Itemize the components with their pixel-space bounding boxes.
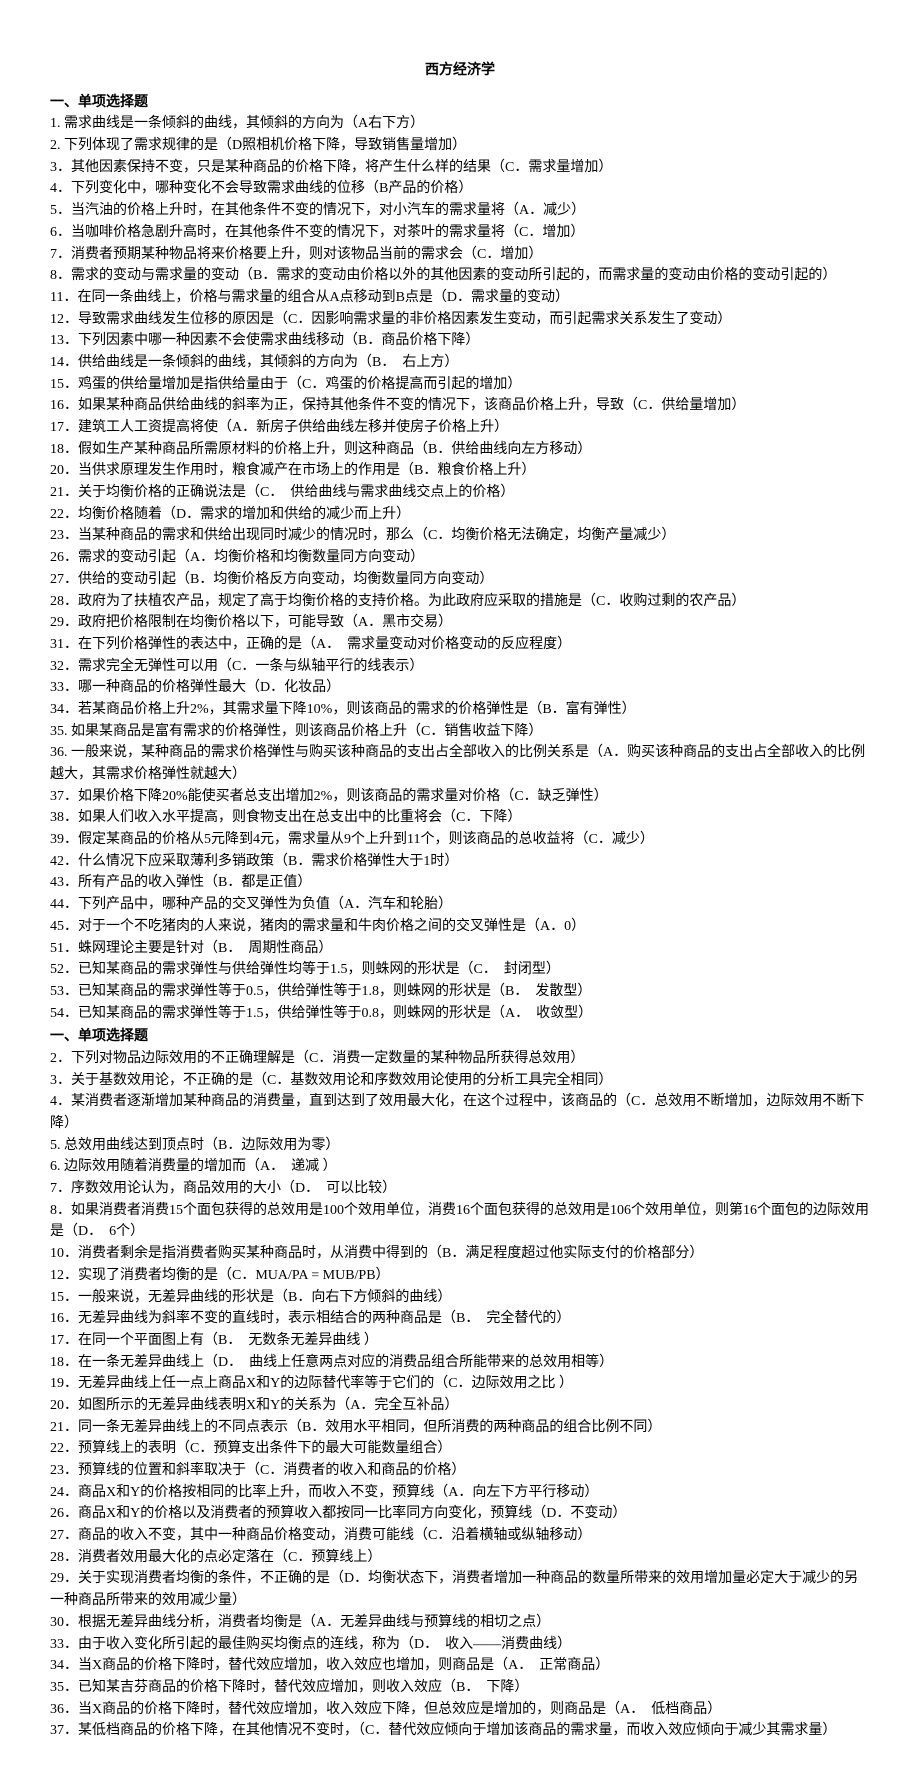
question-item: 7．序数效用论认为，商品效用的大小（D． 可以比较） bbox=[50, 1178, 870, 1200]
question-item: 1. 需求曲线是一条倾斜的曲线，其倾斜的方向为（A右下方） bbox=[50, 113, 870, 135]
question-item: 30．根据无差异曲线分析，消费者均衡是（A．无差异曲线与预算线的相切之点） bbox=[50, 1612, 870, 1634]
question-item: 35. 如果某商品是富有需求的价格弹性，则该商品价格上升（C．销售收益下降） bbox=[50, 721, 870, 743]
question-item: 12．导致需求曲线发生位移的原因是（C．因影响需求量的非价格因素发生变动，而引起… bbox=[50, 309, 870, 331]
question-item: 5. 总效用曲线达到顶点时（B．边际效用为零） bbox=[50, 1135, 870, 1157]
question-item: 43．所有产品的收入弹性（B．都是正值） bbox=[50, 872, 870, 894]
section-2-heading: 一、单项选择题 bbox=[50, 1026, 870, 1048]
question-item: 15．鸡蛋的供给量增加是指供给量由于（C．鸡蛋的价格提高而引起的增加） bbox=[50, 374, 870, 396]
question-item: 18．在一条无差异曲线上（D． 曲线上任意两点对应的消费品组合所能带来的总效用相… bbox=[50, 1352, 870, 1374]
question-item: 21．同一条无差异曲线上的不同点表示（B．效用水平相同，但所消费的两种商品的组合… bbox=[50, 1417, 870, 1439]
question-item: 29．关于实现消费者均衡的条件，不正确的是（D．均衡状态下，消费者增加一种商品的… bbox=[50, 1568, 870, 1611]
question-item: 19．无差异曲线上任一点上商品X和Y的边际替代率等于它们的（C．边际效用之比 ） bbox=[50, 1373, 870, 1395]
question-item: 36. 一般来说，某种商品的需求价格弹性与购买该种商品的支出占全部收入的比例关系… bbox=[50, 742, 870, 785]
question-item: 22．预算线上的表明（C．预算支出条件下的最大可能数量组合） bbox=[50, 1438, 870, 1460]
question-item: 3．其他因素保持不变，只是某种商品的价格下降，将产生什么样的结果（C．需求量增加… bbox=[50, 157, 870, 179]
question-item: 2．下列对物品边际效用的不正确理解是（C．消费一定数量的某种物品所获得总效用） bbox=[50, 1048, 870, 1070]
question-item: 3．关于基数效用论，不正确的是（C．基数效用论和序数效用论使用的分析工具完全相同… bbox=[50, 1070, 870, 1092]
question-item: 28．政府为了扶植农产品，规定了高于均衡价格的支持价格。为此政府应采取的措施是（… bbox=[50, 591, 870, 613]
question-item: 33．哪一种商品的价格弹性最大（D．化妆品） bbox=[50, 677, 870, 699]
question-item: 37．如果价格下降20%能使买者总支出增加2%，则该商品的需求量对价格（C．缺乏… bbox=[50, 786, 870, 808]
question-item: 45．对于一个不吃猪肉的人来说，猪肉的需求量和牛肉价格之间的交叉弹性是（A．0） bbox=[50, 916, 870, 938]
question-item: 53．已知某商品的需求弹性等于0.5，供给弹性等于1.8，则蛛网的形状是（B． … bbox=[50, 981, 870, 1003]
question-item: 31．在下列价格弹性的表达中，正确的是（A． 需求量变动对价格变动的反应程度） bbox=[50, 634, 870, 656]
question-item: 44．下列产品中，哪种产品的交叉弹性为负值（A．汽车和轮胎） bbox=[50, 894, 870, 916]
question-item: 21．关于均衡价格的正确说法是（C． 供给曲线与需求曲线交点上的价格） bbox=[50, 482, 870, 504]
question-item: 37．某低档商品的价格下降，在其他情况不变时，（C．替代效应倾向于增加该商品的需… bbox=[50, 1720, 870, 1742]
question-item: 4．某消费者逐渐增加某种商品的消费量，直到达到了效用最大化，在这个过程中，该商品… bbox=[50, 1091, 870, 1134]
question-item: 16．无差异曲线为斜率不变的直线时，表示相结合的两种商品是（B． 完全替代的） bbox=[50, 1308, 870, 1330]
question-item: 12．实现了消费者均衡的是（C．MUA/PA = MUB/PB） bbox=[50, 1265, 870, 1287]
question-item: 52．已知某商品的需求弹性与供给弹性均等于1.5，则蛛网的形状是（C． 封闭型） bbox=[50, 959, 870, 981]
question-item: 32．需求完全无弹性可以用（C．一条与纵轴平行的线表示） bbox=[50, 656, 870, 678]
question-item: 27．商品的收入不变，其中一种商品价格变动，消费可能线（C．沿着横轴或纵轴移动） bbox=[50, 1525, 870, 1547]
question-item: 6. 边际效用随着消费量的增加而（A． 递减 ） bbox=[50, 1156, 870, 1178]
question-item: 8．如果消费者消费15个面包获得的总效用是100个效用单位，消费16个面包获得的… bbox=[50, 1200, 870, 1243]
question-item: 28．消费者效用最大化的点必定落在（C．预算线上） bbox=[50, 1547, 870, 1569]
question-item: 17．建筑工人工资提高将使（A．新房子供给曲线左移并使房子价格上升） bbox=[50, 417, 870, 439]
question-item: 20．当供求原理发生作用时，粮食减产在市场上的作用是（B．粮食价格上升） bbox=[50, 460, 870, 482]
question-item: 17．在同一个平面图上有（B． 无数条无差异曲线 ） bbox=[50, 1330, 870, 1352]
question-item: 54．已知某商品的需求弹性等于1.5，供给弹性等于0.8，则蛛网的形状是（A． … bbox=[50, 1003, 870, 1025]
question-item: 5．当汽油的价格上升时，在其他条件不变的情况下，对小汽车的需求量将（A．减少） bbox=[50, 200, 870, 222]
question-item: 14．供给曲线是一条倾斜的曲线，其倾斜的方向为（B． 右上方） bbox=[50, 352, 870, 374]
question-item: 26．商品X和Y的价格以及消费者的预算收入都按同一比率同方向变化，预算线（D．不… bbox=[50, 1503, 870, 1525]
question-item: 38．如果人们收入水平提高，则食物支出在总支出中的比重将会（C．下降） bbox=[50, 807, 870, 829]
question-item: 2. 下列体现了需求规律的是（D照相机价格下降，导致销售量增加） bbox=[50, 135, 870, 157]
question-item: 4．下列变化中，哪种变化不会导致需求曲线的位移（B产品的价格） bbox=[50, 178, 870, 200]
section-1-list: 1. 需求曲线是一条倾斜的曲线，其倾斜的方向为（A右下方）2. 下列体现了需求规… bbox=[50, 113, 870, 1024]
question-item: 23．预算线的位置和斜率取决于（C．消费者的收入和商品的价格） bbox=[50, 1460, 870, 1482]
question-item: 42．什么情况下应采取薄利多销政策（B．需求价格弹性大于1时） bbox=[50, 851, 870, 873]
question-item: 11．在同一条曲线上，价格与需求量的组合从A点移动到B点是（D．需求量的变动） bbox=[50, 287, 870, 309]
page-title: 西方经济学 bbox=[50, 60, 870, 82]
question-item: 35．已知某吉芬商品的价格下降时，替代效应增加，则收入效应（B． 下降） bbox=[50, 1677, 870, 1699]
question-item: 29．政府把价格限制在均衡价格以下，可能导致（A．黑市交易） bbox=[50, 612, 870, 634]
question-item: 7．消费者预期某种物品将来价格要上升，则对该物品当前的需求会（C．增加） bbox=[50, 244, 870, 266]
question-item: 10．消费者剩余是指消费者购买某种商品时，从消费中得到的（B．满足程度超过他实际… bbox=[50, 1243, 870, 1265]
section-2-list: 2．下列对物品边际效用的不正确理解是（C．消费一定数量的某种物品所获得总效用）3… bbox=[50, 1048, 870, 1742]
section-1-heading: 一、单项选择题 bbox=[50, 92, 870, 114]
question-item: 34．若某商品价格上升2%，其需求量下降10%，则该商品的需求的价格弹性是（B．… bbox=[50, 699, 870, 721]
question-item: 27．供给的变动引起（B．均衡价格反方向变动，均衡数量同方向变动） bbox=[50, 569, 870, 591]
question-item: 36．当X商品的价格下降时，替代效应增加，收入效应下降，但总效应是增加的，则商品… bbox=[50, 1699, 870, 1721]
question-item: 24．商品X和Y的价格按相同的比率上升，而收入不变，预算线（A．向左下方平行移动… bbox=[50, 1482, 870, 1504]
question-item: 6．当咖啡价格急剧升高时，在其他条件不变的情况下，对茶叶的需求量将（C．增加） bbox=[50, 222, 870, 244]
question-item: 51．蛛网理论主要是针对（B． 周期性商品） bbox=[50, 938, 870, 960]
question-item: 34．当X商品的价格下降时，替代效应增加，收入效应也增加，则商品是（A． 正常商… bbox=[50, 1655, 870, 1677]
question-item: 15．一般来说，无差异曲线的形状是（B．向右下方倾斜的曲线） bbox=[50, 1287, 870, 1309]
question-item: 26．需求的变动引起（A．均衡价格和均衡数量同方向变动） bbox=[50, 547, 870, 569]
question-item: 13．下列因素中哪一种因素不会使需求曲线移动（B．商品价格下降） bbox=[50, 330, 870, 352]
question-item: 23．当某种商品的需求和供给出现同时减少的情况时，那么（C．均衡价格无法确定，均… bbox=[50, 525, 870, 547]
question-item: 8．需求的变动与需求量的变动（B．需求的变动由价格以外的其他因素的变动所引起的，… bbox=[50, 265, 870, 287]
question-item: 16．如果某种商品供给曲线的斜率为正，保持其他条件不变的情况下，该商品价格上升，… bbox=[50, 395, 870, 417]
question-item: 39．假定某商品的价格从5元降到4元，需求量从9个上升到11个，则该商品的总收益… bbox=[50, 829, 870, 851]
question-item: 33．由于收入变化所引起的最佳购买均衡点的连线，称为（D． 收入——消费曲线） bbox=[50, 1634, 870, 1656]
question-item: 18．假如生产某种商品所需原材料的价格上升，则这种商品（B．供给曲线向左方移动） bbox=[50, 439, 870, 461]
question-item: 20．如图所示的无差异曲线表明X和Y的关系为（A．完全互补品） bbox=[50, 1395, 870, 1417]
question-item: 22．均衡价格随着（D．需求的增加和供给的减少而上升） bbox=[50, 504, 870, 526]
